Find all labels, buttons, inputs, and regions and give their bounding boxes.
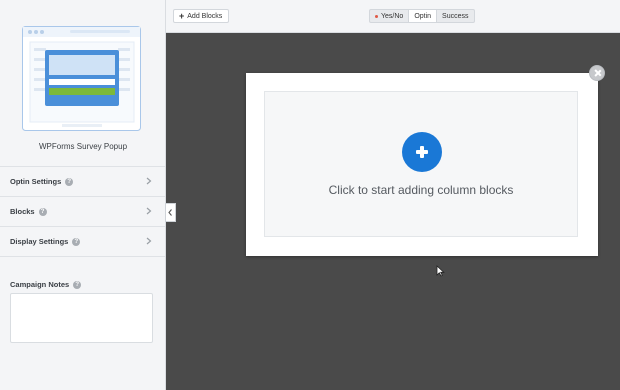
blocks-label: Blocks bbox=[10, 207, 35, 216]
chevron-left-icon bbox=[168, 209, 172, 216]
view-tabs: Yes/No Optin Success bbox=[369, 9, 475, 23]
help-icon[interactable]: ? bbox=[73, 280, 82, 289]
close-icon[interactable] bbox=[589, 65, 605, 81]
campaign-notes-textarea[interactable] bbox=[10, 293, 153, 343]
tab-optin-label: Optin bbox=[414, 12, 432, 20]
popup-preview-illustration bbox=[22, 26, 141, 131]
status-dot-icon bbox=[375, 14, 378, 18]
campaign-name: WPForms Survey Popup bbox=[38, 142, 128, 151]
settings-list: Optin Settings ? Blocks ? Display Settin… bbox=[0, 166, 165, 257]
sidebar: WPForms Survey Popup Optin Settings ? Bl… bbox=[0, 0, 166, 390]
plus-icon: + bbox=[179, 10, 185, 21]
chevron-right-icon bbox=[146, 207, 152, 215]
add-blocks-button[interactable]: + Add Blocks bbox=[173, 9, 230, 23]
display-settings-row[interactable]: Display Settings ? bbox=[0, 227, 165, 257]
tab-success-label: Success bbox=[442, 12, 469, 20]
help-icon[interactable]: ? bbox=[65, 177, 74, 186]
empty-column-dropzone[interactable]: Click to start adding column blocks bbox=[264, 91, 578, 237]
tab-success[interactable]: Success bbox=[437, 10, 473, 22]
tab-yes-no[interactable]: Yes/No bbox=[370, 10, 408, 22]
chevron-right-icon bbox=[146, 237, 152, 245]
campaign-notes-label: Campaign Notes ? bbox=[10, 280, 82, 289]
builder-canvas: Click to start adding column blocks bbox=[166, 33, 620, 390]
tab-yes-no-label: Yes/No bbox=[381, 12, 404, 20]
display-settings-label: Display Settings bbox=[10, 237, 69, 246]
column-prompt-text: Click to start adding column blocks bbox=[328, 183, 514, 197]
chevron-right-icon bbox=[146, 177, 152, 185]
optin-settings-label: Optin Settings bbox=[10, 177, 62, 186]
campaign-notes-label-text: Campaign Notes bbox=[10, 280, 70, 289]
help-icon[interactable]: ? bbox=[38, 207, 47, 216]
help-icon[interactable]: ? bbox=[72, 237, 81, 246]
add-blocks-label: Add Blocks bbox=[187, 12, 223, 20]
optin-settings-row[interactable]: Optin Settings ? bbox=[0, 167, 165, 197]
tab-optin[interactable]: Optin bbox=[408, 10, 438, 22]
campaign-preview-thumbnail[interactable] bbox=[22, 26, 142, 134]
builder-toolbar: + Add Blocks Yes/No Optin Success bbox=[166, 0, 620, 33]
mouse-cursor-icon bbox=[436, 265, 445, 277]
blocks-row[interactable]: Blocks ? bbox=[0, 197, 165, 227]
popup-preview: Click to start adding column blocks bbox=[246, 73, 598, 256]
sidebar-collapse-button[interactable] bbox=[165, 203, 176, 222]
add-column-plus-icon[interactable] bbox=[402, 132, 442, 172]
